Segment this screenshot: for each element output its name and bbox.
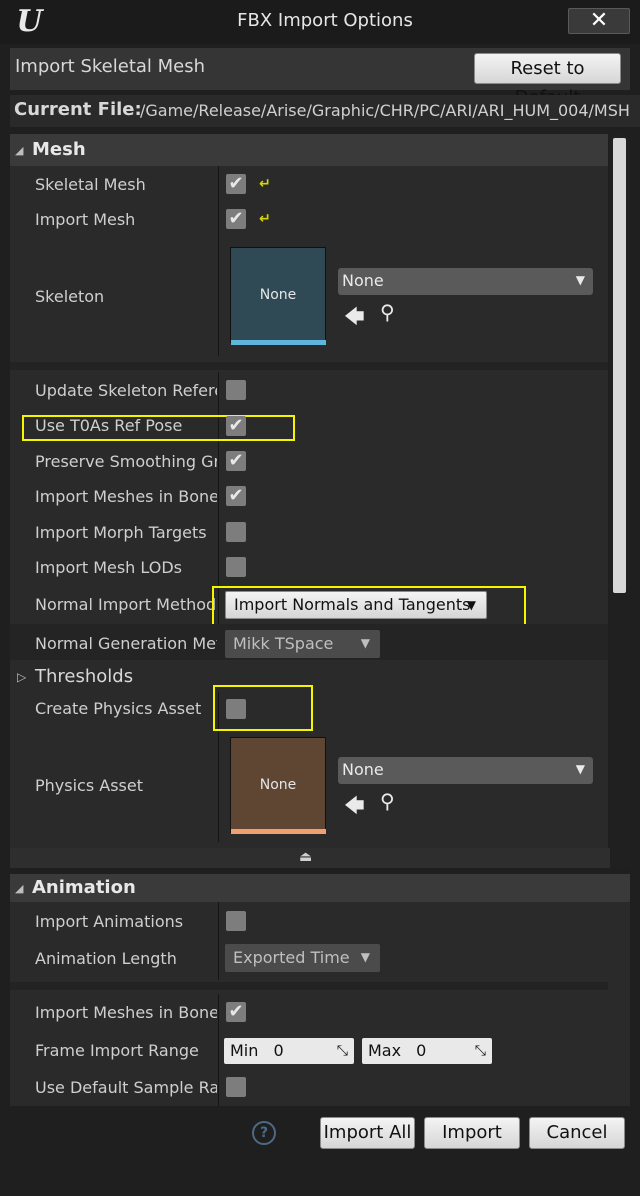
- reset-to-default-button[interactable]: Reset to Default: [474, 53, 621, 108]
- import-mesh-lods-checkbox[interactable]: [226, 557, 246, 577]
- anim-import-meshes-in-bone-label: Import Meshes in Bone Hierarchy: [35, 1003, 217, 1022]
- physics-asset-combo[interactable]: None ▼: [338, 757, 593, 784]
- cancel-button[interactable]: Cancel: [529, 1117, 625, 1149]
- window-title: FBX Import Options: [237, 10, 413, 31]
- import-all-button[interactable]: Import All: [320, 1117, 415, 1149]
- import-button[interactable]: Import: [424, 1117, 520, 1149]
- import-mesh-lods-label: Import Mesh LODs: [35, 558, 182, 577]
- browse-search-icon[interactable]: ⚲: [380, 789, 395, 813]
- physics-asset-thumbnail[interactable]: None: [230, 737, 326, 833]
- anim-import-meshes-in-bone-checkbox[interactable]: ✔: [226, 1002, 246, 1022]
- skeletal-mesh-label: Skeletal Mesh: [35, 175, 146, 194]
- mesh-category-header[interactable]: [10, 134, 608, 166]
- min-value: 0: [273, 1041, 284, 1060]
- help-icon[interactable]: ?: [252, 1121, 276, 1145]
- frame-import-range-label: Frame Import Range: [35, 1041, 199, 1060]
- asset-color-bar: [231, 340, 326, 345]
- use-t0as-ref-pose-label: Use T0As Ref Pose: [35, 416, 183, 435]
- animation-length-dropdown[interactable]: Exported Time ▼: [225, 944, 380, 972]
- current-file-label: Current File:: [14, 99, 142, 120]
- preserve-smoothing-groups-label: Preserve Smoothing Groups: [35, 452, 217, 471]
- chevron-down-icon: ▼: [575, 273, 585, 287]
- normal-import-method-dropdown[interactable]: Import Normals and Tangents ▼: [225, 591, 487, 619]
- max-value: 0: [416, 1041, 427, 1060]
- current-file-path: /Game/Release/Arise/Graphic/CHR/PC/ARI/A…: [140, 101, 630, 120]
- animation-length-value: Exported Time: [233, 948, 350, 967]
- thresholds-label[interactable]: Thresholds: [35, 666, 133, 687]
- import-mesh-label: Import Mesh: [35, 210, 136, 229]
- asset-color-bar: [231, 829, 326, 834]
- physics-asset-label: Physics Asset: [35, 776, 143, 795]
- create-physics-asset-checkbox[interactable]: [226, 699, 246, 719]
- normal-import-method-value: Import Normals and Tangents: [234, 595, 471, 614]
- normal-generation-method-value: Mikk TSpace: [233, 634, 334, 653]
- import-morph-targets-checkbox[interactable]: [226, 522, 246, 542]
- animation-panel: [10, 874, 630, 1106]
- collapse-triangle-icon[interactable]: ◢: [15, 882, 23, 895]
- min-label: Min: [230, 1041, 259, 1060]
- scrollbar-thumb[interactable]: [613, 138, 626, 593]
- use-selected-arrow-icon[interactable]: 🡄: [344, 791, 365, 825]
- skeleton-thumbnail[interactable]: None: [230, 247, 326, 343]
- drag-handle-icon[interactable]: ⤡: [475, 1038, 486, 1064]
- import-animations-checkbox[interactable]: [226, 911, 246, 931]
- section-separator: [10, 982, 608, 990]
- skeleton-combo[interactable]: None ▼: [338, 268, 593, 295]
- collapse-triangle-icon[interactable]: ◢: [15, 144, 23, 157]
- reset-to-default-icon[interactable]: ↵: [259, 176, 271, 192]
- physics-asset-combo-value: None: [342, 760, 384, 779]
- column-divider: [218, 994, 219, 1106]
- drag-handle-icon[interactable]: ⤡: [337, 1038, 348, 1064]
- reset-to-default-icon[interactable]: ↵: [259, 211, 271, 227]
- import-morph-targets-label: Import Morph Targets: [35, 523, 207, 542]
- use-default-sample-rate-checkbox[interactable]: [226, 1077, 246, 1097]
- column-divider: [218, 902, 219, 980]
- mesh-category-title: Mesh: [32, 139, 86, 160]
- skeletal-mesh-checkbox[interactable]: ✔: [226, 174, 246, 194]
- import-animations-label: Import Animations: [35, 912, 184, 931]
- skeleton-label: Skeleton: [35, 287, 105, 306]
- advanced-expander-bar[interactable]: [10, 848, 630, 868]
- close-button[interactable]: ✕: [568, 8, 630, 34]
- import-mesh-checkbox[interactable]: ✔: [226, 209, 246, 229]
- animation-category-title: Animation: [32, 877, 136, 898]
- import-meshes-in-bone-label: Import Meshes in Bone Hierarchy: [35, 487, 217, 506]
- preserve-smoothing-groups-checkbox[interactable]: ✔: [226, 451, 246, 471]
- use-selected-arrow-icon[interactable]: 🡄: [344, 302, 365, 336]
- import-type-title: Import Skeletal Mesh: [15, 56, 206, 77]
- frame-range-max-field[interactable]: Max 0 ⤡: [362, 1038, 492, 1064]
- create-physics-asset-label: Create Physics Asset: [35, 699, 202, 718]
- chevron-down-icon: ▼: [360, 950, 370, 964]
- chevron-down-icon: ▼: [466, 598, 476, 612]
- normal-generation-method-dropdown[interactable]: Mikk TSpace ▼: [225, 630, 380, 658]
- update-skeleton-reference-checkbox[interactable]: [226, 380, 246, 400]
- collapse-advanced-icon[interactable]: ⏏: [299, 849, 312, 865]
- normal-generation-method-label: Normal Generation Method: [35, 634, 217, 653]
- animation-length-label: Animation Length: [35, 949, 177, 968]
- expand-triangle-icon[interactable]: ▷: [17, 670, 26, 684]
- chevron-down-icon: ▼: [360, 636, 370, 650]
- update-skeleton-reference-label: Update Skeleton Reference Pose: [35, 381, 217, 400]
- use-default-sample-rate-label: Use Default Sample Rate: [35, 1078, 217, 1097]
- section-separator: [10, 362, 608, 370]
- chevron-down-icon: ▼: [575, 762, 585, 776]
- import-meshes-in-bone-checkbox[interactable]: ✔: [226, 486, 246, 506]
- frame-range-min-field[interactable]: Min 0 ⤡: [224, 1038, 354, 1064]
- skeleton-combo-value: None: [342, 271, 384, 290]
- use-t0as-ref-pose-checkbox[interactable]: ✔: [226, 416, 246, 436]
- browse-search-icon[interactable]: ⚲: [380, 300, 395, 324]
- column-divider: [218, 166, 219, 356]
- max-label: Max: [368, 1041, 402, 1060]
- normal-import-method-label: Normal Import Method: [35, 595, 217, 614]
